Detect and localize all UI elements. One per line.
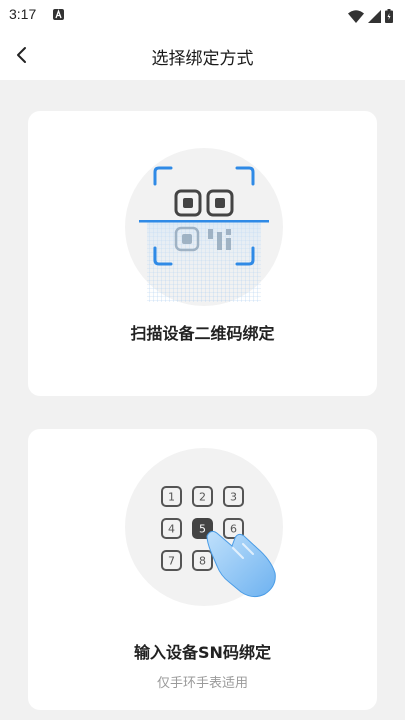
hand-pointer-icon xyxy=(206,530,276,598)
app-bar: 选择绑定方式 xyxy=(0,30,405,80)
key-3: 3 xyxy=(230,491,237,504)
key-7: 7 xyxy=(168,555,175,568)
enter-sn-label: 输入设备SN码绑定 xyxy=(134,643,271,662)
signal-icon xyxy=(368,8,381,27)
keypad-icon: 1 2 3 4 5 6 7 8 9 xyxy=(161,486,276,598)
enter-sn-option-card[interactable]: 1 2 3 4 5 6 7 8 9 xyxy=(28,429,377,710)
scan-qr-label: 扫描设备二维码绑定 xyxy=(130,324,275,343)
status-bar: 3:17 xyxy=(0,0,405,30)
page-title: 选择绑定方式 xyxy=(151,49,254,69)
notification-icon xyxy=(53,9,64,20)
wifi-icon xyxy=(348,8,364,27)
key-2: 2 xyxy=(199,491,206,504)
keypad-illustration: 1 2 3 4 5 6 7 8 9 xyxy=(125,448,283,606)
key-8: 8 xyxy=(199,555,206,568)
key-5: 5 xyxy=(199,523,206,536)
status-time: 3:17 xyxy=(9,6,37,22)
battery-icon xyxy=(385,8,393,27)
key-1: 1 xyxy=(168,491,175,504)
scan-qr-option-card[interactable]: 扫描设备二维码绑定 xyxy=(28,111,377,396)
key-6: 6 xyxy=(230,523,237,536)
key-4: 4 xyxy=(168,523,175,536)
scan-illustration xyxy=(125,148,283,306)
qr-scan-icon xyxy=(139,166,269,302)
enter-sn-note: 仅手环手表适用 xyxy=(156,676,248,691)
